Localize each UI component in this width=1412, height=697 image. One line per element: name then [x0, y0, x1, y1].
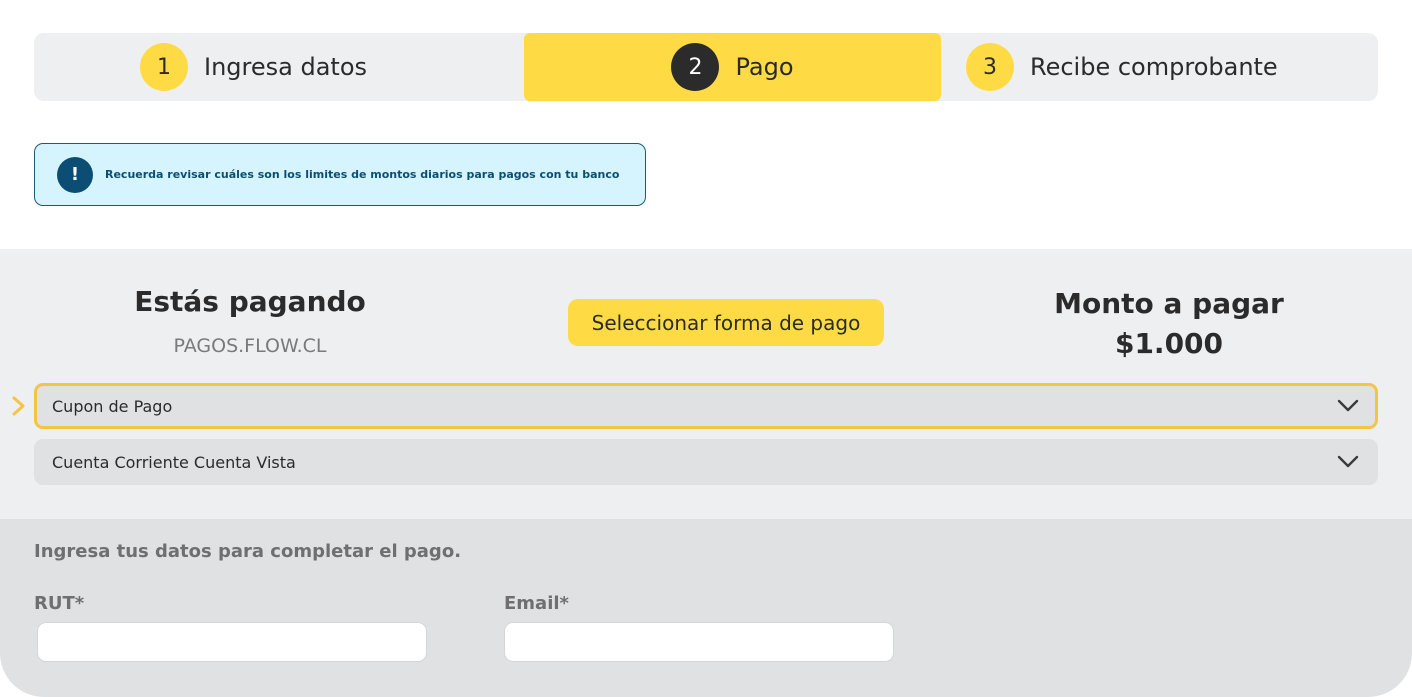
chevron-down-icon	[1337, 399, 1359, 412]
rut-label: RUT*	[34, 593, 85, 614]
step-number-3: 3	[966, 43, 1014, 91]
chevron-right-icon	[12, 396, 25, 416]
step-pago: 2 Pago	[524, 33, 941, 101]
step-label-2: Pago	[735, 53, 794, 81]
payment-method-cupon[interactable]: Cupon de Pago	[34, 383, 1378, 429]
step-label-1: Ingresa datos	[204, 53, 368, 81]
payment-summary: Estás pagando PAGOS.FLOW.CL Seleccionar …	[0, 249, 1412, 519]
step-recibe-comprobante: 3 Recibe comprobante	[966, 33, 1278, 101]
payment-method-label: Cupon de Pago	[52, 396, 173, 416]
email-label: Email*	[504, 593, 569, 614]
step-label-3: Recibe comprobante	[1030, 53, 1278, 81]
merchant-name: PAGOS.FLOW.CL	[173, 335, 327, 357]
amount-title: Monto a pagar	[1054, 287, 1284, 320]
step-number-2: 2	[671, 43, 720, 91]
email-input[interactable]	[504, 622, 894, 662]
payment-method-label: Cuenta Corriente Cuenta Vista	[52, 452, 296, 472]
payment-method-cuenta-corriente[interactable]: Cuenta Corriente Cuenta Vista	[34, 439, 1378, 485]
paying-title: Estás pagando	[134, 285, 366, 318]
payer-form: Ingresa tus datos para completar el pago…	[0, 519, 1412, 697]
daily-limit-alert: ! Recuerda revisar cuáles son los limite…	[34, 143, 646, 206]
step-number-1: 1	[140, 43, 188, 91]
rut-input[interactable]	[37, 622, 427, 662]
alert-text: Recuerda revisar cuáles son los limites …	[105, 168, 620, 181]
form-intro: Ingresa tus datos para completar el pago…	[34, 541, 462, 562]
exclamation-icon: !	[57, 156, 93, 193]
chevron-down-icon	[1337, 455, 1359, 468]
step-ingresa-datos: 1 Ingresa datos	[140, 33, 367, 101]
checkout-stepper: 1 Ingresa datos 2 Pago 3 Recibe comproba…	[34, 33, 1378, 101]
select-payment-method-button[interactable]: Seleccionar forma de pago	[568, 299, 884, 346]
amount-value: $1.000	[1114, 327, 1224, 360]
